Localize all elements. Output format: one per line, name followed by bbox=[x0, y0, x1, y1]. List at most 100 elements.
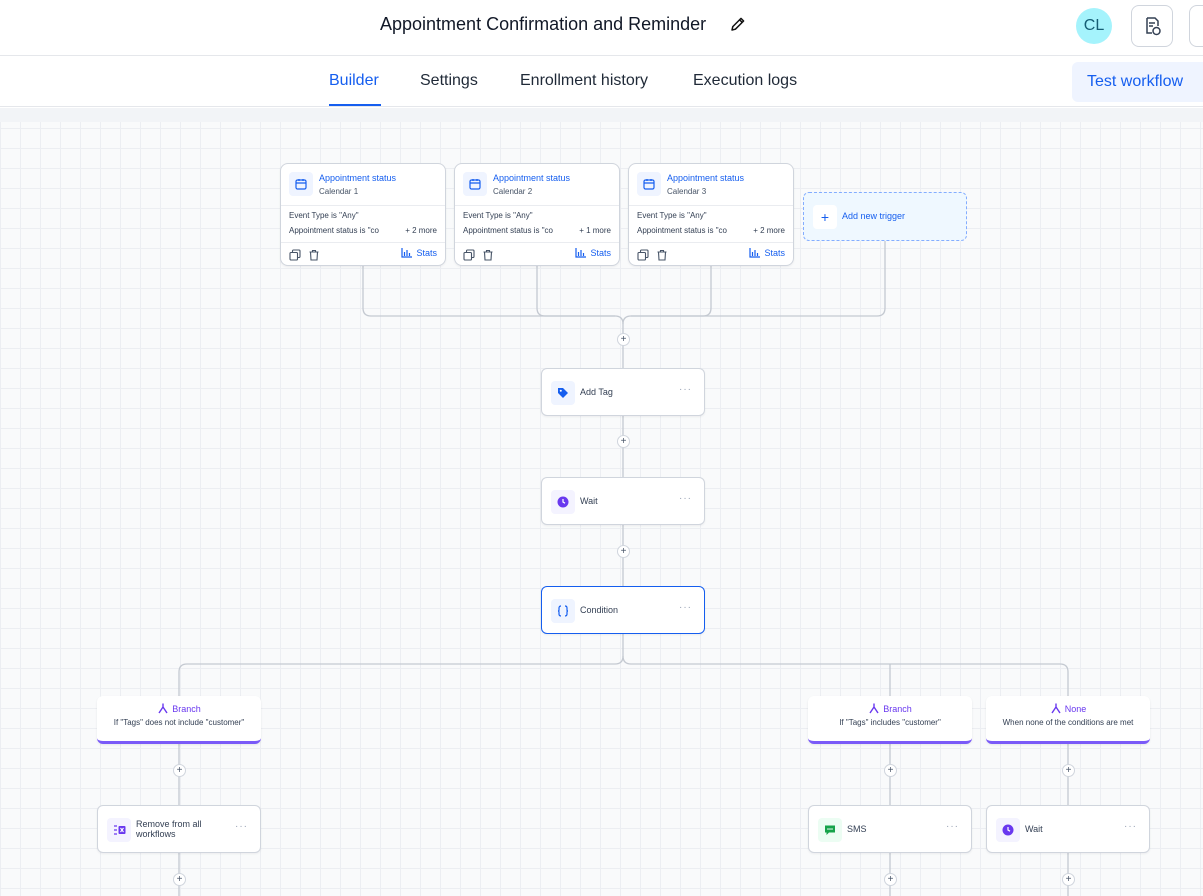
trash-icon[interactable] bbox=[656, 249, 668, 261]
add-trigger-button[interactable]: + Add new trigger bbox=[803, 192, 967, 241]
branch-heading: Branch bbox=[172, 703, 201, 714]
more-options-icon[interactable]: ··· bbox=[679, 602, 692, 613]
avatar[interactable]: CL bbox=[1076, 8, 1112, 44]
action-label: Remove from all workflows bbox=[136, 819, 202, 839]
sms-action[interactable]: SMS ··· bbox=[808, 805, 972, 853]
tag-icon bbox=[558, 388, 568, 398]
branch-heading: None bbox=[1064, 703, 1087, 714]
trigger-title: Appointment status bbox=[319, 173, 397, 183]
trigger-card[interactable]: Appointment status Calendar 1 Event Type… bbox=[280, 163, 446, 266]
test-workflow-button[interactable]: Test workflow bbox=[1072, 62, 1203, 102]
add-step-button[interactable]: + bbox=[617, 545, 630, 558]
trigger-filter: Appointment status is "co... bbox=[463, 226, 553, 235]
trash-icon[interactable] bbox=[308, 249, 320, 261]
trigger-more-filters[interactable]: + 2 more bbox=[753, 226, 785, 235]
calendar-icon-box bbox=[637, 172, 661, 196]
tab-bar: Builder Settings Enrollment history Exec… bbox=[0, 56, 1203, 107]
calendar-icon bbox=[643, 179, 655, 190]
tab-active-indicator bbox=[329, 104, 381, 106]
divider bbox=[281, 242, 445, 243]
stats-button[interactable]: Stats bbox=[575, 248, 611, 258]
trigger-more-filters[interactable]: + 1 more bbox=[579, 226, 611, 235]
tag-icon-box bbox=[551, 381, 575, 405]
branch-icon bbox=[158, 703, 168, 714]
more-options-icon[interactable]: ··· bbox=[946, 821, 959, 832]
trigger-filter: Appointment status is "co... bbox=[289, 226, 379, 235]
add-step-button[interactable]: + bbox=[173, 764, 186, 777]
trigger-subtitle: Calendar 1 bbox=[319, 187, 359, 196]
workflow-canvas[interactable]: Appointment status Calendar 1 Event Type… bbox=[0, 108, 1203, 896]
copy-icon[interactable] bbox=[463, 249, 475, 261]
sms-icon bbox=[825, 825, 835, 835]
pencil-icon[interactable] bbox=[728, 14, 748, 34]
copy-icon[interactable] bbox=[289, 249, 301, 261]
wait-action[interactable]: Wait ··· bbox=[986, 805, 1150, 853]
branch-heading: Branch bbox=[883, 703, 912, 714]
clock-icon-box bbox=[551, 490, 575, 514]
trigger-filter: Appointment status is "co... bbox=[637, 226, 727, 235]
condition-action[interactable]: Condition ··· bbox=[541, 586, 705, 634]
more-options-icon[interactable]: ··· bbox=[235, 821, 248, 832]
plus-icon: + bbox=[813, 205, 837, 229]
trigger-subtitle: Calendar 3 bbox=[667, 187, 707, 196]
bar-chart-icon bbox=[401, 248, 413, 258]
branch-card[interactable]: Branch If "Tags" includes "customer" bbox=[808, 696, 972, 744]
tab-settings[interactable]: Settings bbox=[420, 72, 478, 90]
trigger-more-filters[interactable]: + 2 more bbox=[405, 226, 437, 235]
calendar-icon bbox=[295, 179, 307, 190]
more-options-icon[interactable]: ··· bbox=[679, 493, 692, 504]
action-label: SMS bbox=[847, 824, 867, 834]
remove-workflow-icon bbox=[113, 825, 125, 835]
more-button[interactable] bbox=[1189, 5, 1203, 47]
action-label: Wait bbox=[1025, 824, 1043, 834]
calendar-icon-box bbox=[463, 172, 487, 196]
trigger-title: Appointment status bbox=[493, 173, 571, 183]
trigger-title: Appointment status bbox=[667, 173, 745, 183]
trigger-filter: Event Type is "Any" bbox=[463, 211, 533, 220]
top-bar: Appointment Confirmation and Reminder CL bbox=[0, 0, 1203, 56]
none-branch-card[interactable]: None When none of the conditions are met bbox=[986, 696, 1150, 744]
trigger-card[interactable]: Appointment status Calendar 3 Event Type… bbox=[628, 163, 794, 266]
trash-icon[interactable] bbox=[482, 249, 494, 261]
remove-from-workflows-action[interactable]: Remove from all workflows ··· bbox=[97, 805, 261, 853]
add-step-button[interactable]: + bbox=[617, 333, 630, 346]
add-step-button[interactable]: + bbox=[1062, 873, 1075, 886]
workflow-title: Appointment Confirmation and Reminder bbox=[380, 14, 707, 34]
divider bbox=[629, 205, 793, 206]
divider bbox=[629, 242, 793, 243]
document-check-button[interactable] bbox=[1131, 5, 1173, 47]
bar-chart-icon bbox=[575, 248, 587, 258]
trigger-card[interactable]: Appointment status Calendar 2 Event Type… bbox=[454, 163, 620, 266]
more-options-icon[interactable]: ··· bbox=[679, 384, 692, 395]
stats-button[interactable]: Stats bbox=[749, 248, 785, 258]
divider bbox=[455, 205, 619, 206]
branch-description: When none of the conditions are met bbox=[1002, 718, 1134, 727]
more-options-icon[interactable]: ··· bbox=[1124, 821, 1137, 832]
divider bbox=[455, 242, 619, 243]
action-label: Add Tag bbox=[580, 387, 613, 397]
add-step-button[interactable]: + bbox=[617, 435, 630, 448]
add-step-button[interactable]: + bbox=[884, 764, 897, 777]
add-step-button[interactable]: + bbox=[1062, 764, 1075, 777]
bar-chart-icon bbox=[749, 248, 761, 258]
stats-button[interactable]: Stats bbox=[401, 248, 437, 258]
trigger-filter: Event Type is "Any" bbox=[637, 211, 707, 220]
add-step-button[interactable]: + bbox=[173, 873, 186, 886]
braces-icon-box bbox=[551, 599, 575, 623]
branch-description: If "Tags" does not include "customer" bbox=[113, 718, 245, 727]
branch-description: If "Tags" includes "customer" bbox=[839, 718, 941, 727]
stats-label: Stats bbox=[416, 248, 437, 258]
tab-builder[interactable]: Builder bbox=[329, 72, 379, 90]
trigger-filter: Event Type is "Any" bbox=[289, 211, 359, 220]
tab-execution-logs[interactable]: Execution logs bbox=[693, 72, 797, 90]
stats-label: Stats bbox=[590, 248, 611, 258]
add-step-button[interactable]: + bbox=[884, 873, 897, 886]
copy-icon[interactable] bbox=[637, 249, 649, 261]
calendar-icon bbox=[469, 179, 481, 190]
clock-icon bbox=[557, 496, 569, 508]
branch-card[interactable]: Branch If "Tags" does not include "custo… bbox=[97, 696, 261, 744]
tab-enrollment-history[interactable]: Enrollment history bbox=[520, 72, 648, 90]
add-tag-action[interactable]: Add Tag ··· bbox=[541, 368, 705, 416]
action-label: Wait bbox=[580, 496, 598, 506]
wait-action[interactable]: Wait ··· bbox=[541, 477, 705, 525]
